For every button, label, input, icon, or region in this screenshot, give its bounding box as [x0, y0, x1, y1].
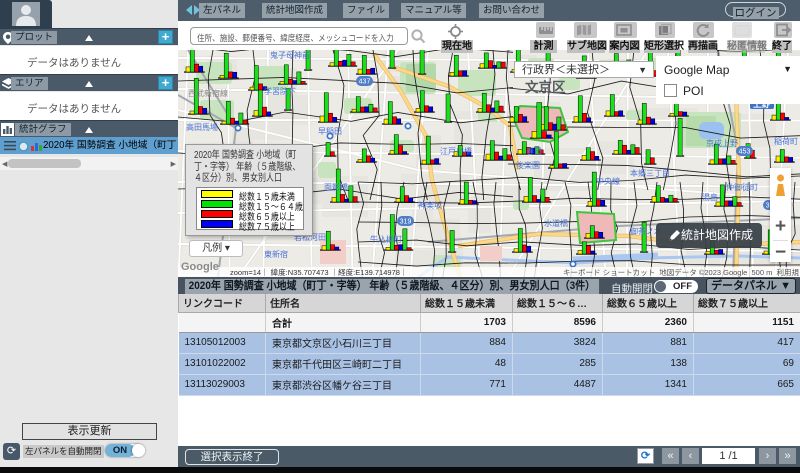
- svg-text:437: 437: [359, 79, 371, 86]
- svg-text:稲荷町: 稲荷町: [774, 136, 798, 146]
- svg-text:神楽坂: 神楽坂: [418, 200, 442, 210]
- svg-text:春日: 春日: [526, 146, 542, 156]
- svg-text:本郷三丁目: 本郷三丁目: [630, 168, 670, 178]
- svg-text:水道橋: 水道橋: [544, 218, 568, 228]
- svg-text:面影橋: 面影橋: [324, 182, 348, 192]
- svg-text:江戸川橋: 江戸川橋: [440, 146, 472, 156]
- svg-text:後楽園: 後楽園: [516, 160, 540, 170]
- svg-text:東新宿: 東新宿: [264, 249, 288, 259]
- svg-text:学習院下: 学習院下: [264, 86, 296, 96]
- svg-text:文京区: 文京区: [525, 79, 566, 95]
- svg-text:西武新宿線: 西武新宿線: [188, 88, 228, 98]
- svg-text:319: 319: [400, 219, 412, 226]
- svg-text:湯島: 湯島: [702, 192, 718, 202]
- svg-text:453: 453: [739, 149, 751, 156]
- svg-text:京成上野: 京成上野: [706, 138, 738, 148]
- svg-text:鬼子母神前: 鬼子母神前: [270, 50, 310, 60]
- svg-text:中央線: 中央線: [596, 176, 620, 186]
- svg-text:高田馬場: 高田馬場: [186, 122, 218, 132]
- svg-text:仲御徒町: 仲御徒町: [726, 182, 758, 192]
- svg-text:牛込柳町: 牛込柳町: [370, 234, 402, 244]
